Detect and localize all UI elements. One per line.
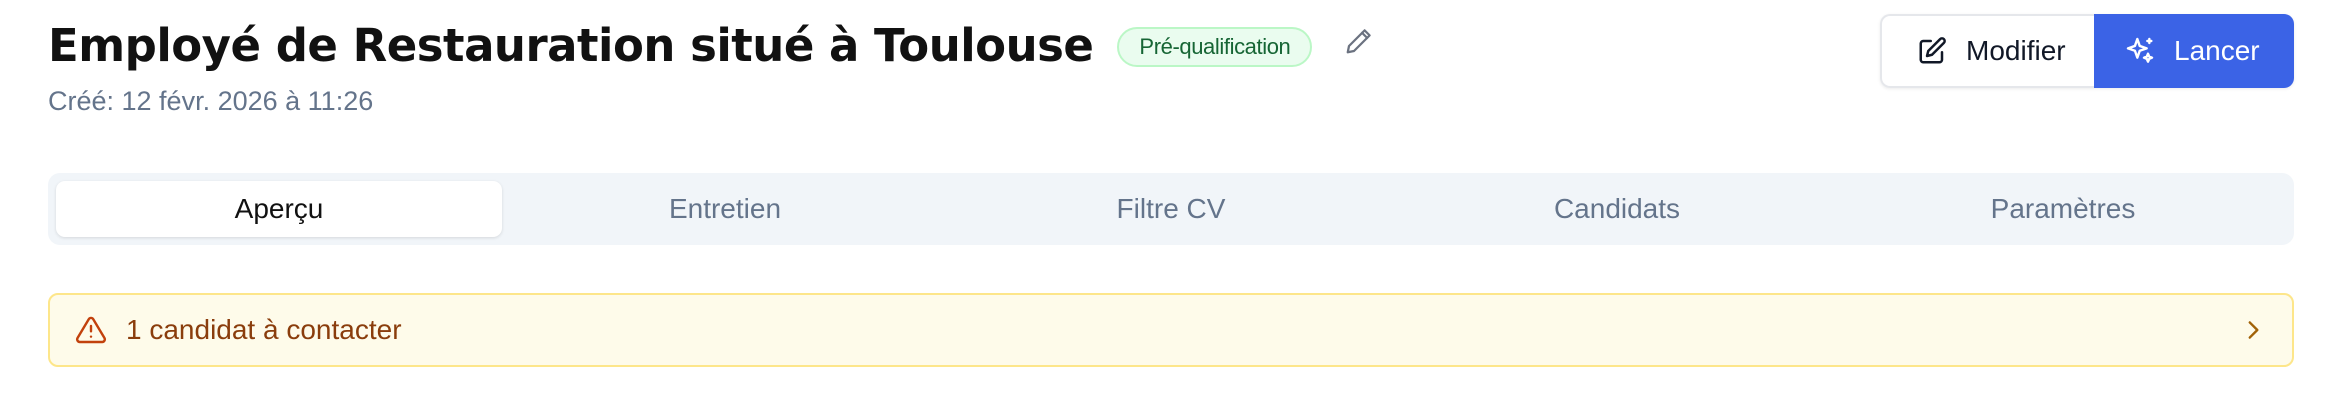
tab-bar: Aperçu Entretien Filtre CV Candidats Par… [48, 173, 2294, 245]
tab-entretien[interactable]: Entretien [502, 181, 948, 237]
modify-button[interactable]: Modifier [1880, 14, 2094, 88]
launch-button-label: Lancer [2174, 35, 2260, 66]
sparkles-icon [2124, 35, 2156, 67]
tab-filtre-cv[interactable]: Filtre CV [948, 181, 1394, 237]
launch-button[interactable]: Lancer [2094, 14, 2294, 88]
page-title: Employé de Restauration situé à Toulouse [48, 18, 1094, 72]
tab-apercu[interactable]: Aperçu [56, 181, 502, 237]
status-badge: Pré-qualification [1117, 27, 1313, 67]
edit-square-icon [1916, 35, 1948, 67]
created-date: Créé: 12 févr. 2026 à 11:26 [48, 86, 374, 116]
modify-button-label: Modifier [1966, 35, 2066, 66]
page-header: Employé de Restauration situé à Toulouse… [48, 14, 2294, 124]
candidates-alert-banner[interactable]: 1 candidat à contacter [48, 293, 2294, 367]
tab-parametres[interactable]: Paramètres [1840, 181, 2286, 237]
warning-triangle-icon [74, 313, 108, 347]
tab-candidats[interactable]: Candidats [1394, 181, 1840, 237]
action-button-group: Modifier Lancer [1880, 14, 2294, 88]
pencil-icon[interactable] [1342, 24, 1376, 58]
alert-text: 1 candidat à contacter [126, 314, 402, 345]
chevron-right-icon [2238, 315, 2268, 345]
